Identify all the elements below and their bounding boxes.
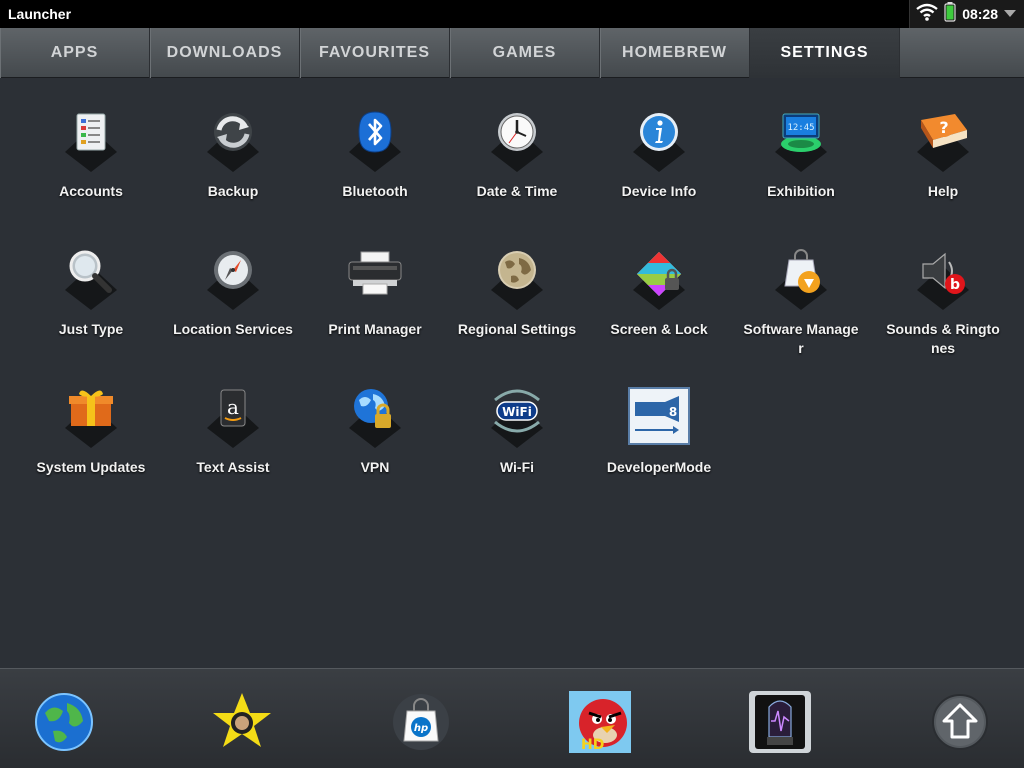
app-software-manager[interactable]: Software Manager xyxy=(730,248,872,386)
svg-text:?: ? xyxy=(939,118,948,137)
tab-favourites[interactable]: FAVOURITES xyxy=(300,28,450,78)
magnifier-icon xyxy=(59,248,123,312)
app-regional-settings[interactable]: Regional Settings xyxy=(446,248,588,386)
accounts-icon xyxy=(59,110,123,174)
app-label: Location Services xyxy=(173,321,293,337)
info-icon xyxy=(627,110,691,174)
tab-games[interactable]: GAMES xyxy=(450,28,600,78)
quick-launch-dock: hp HD xyxy=(0,668,1024,768)
svg-text:a: a xyxy=(227,395,239,419)
svg-text:b: b xyxy=(950,277,960,293)
wifi-icon xyxy=(916,3,938,26)
app-label: System Updates xyxy=(36,459,146,475)
app-sounds-ringtones[interactable]: b Sounds & Ringtones xyxy=(872,248,1014,386)
bluetooth-icon xyxy=(343,110,407,174)
app-label: Just Type xyxy=(58,321,124,337)
star-app-icon[interactable] xyxy=(209,689,275,755)
status-bar: Launcher 08:28 xyxy=(0,0,1024,28)
svg-text:8: 8 xyxy=(669,405,677,419)
app-device-info[interactable]: Device Info xyxy=(588,110,730,248)
launcher-up-arrow-icon[interactable] xyxy=(927,689,993,755)
clock: 08:28 xyxy=(962,6,998,22)
app-developer-mode[interactable]: 8 DeveloperMode xyxy=(588,386,730,524)
app-help[interactable]: ? Help xyxy=(872,110,1014,248)
angry-birds-hd-icon[interactable]: HD xyxy=(567,689,633,755)
vacuum-tube-icon[interactable] xyxy=(747,689,813,755)
shopping-bag-icon xyxy=(769,248,833,312)
app-label: Sounds & Ringtones xyxy=(886,321,1000,356)
app-screen-lock[interactable]: Screen & Lock xyxy=(588,248,730,386)
app-bluetooth[interactable]: Bluetooth xyxy=(304,110,446,248)
clock-icon xyxy=(485,110,549,174)
battery-icon xyxy=(944,1,956,27)
triangle-down-icon[interactable] xyxy=(1004,5,1016,23)
app-label: Help xyxy=(927,183,959,199)
app-label: Exhibition xyxy=(767,183,835,199)
category-tab-bar: APPS DOWNLOADS FAVOURITES GAMES HOMEBREW… xyxy=(0,28,1024,78)
app-accounts[interactable]: Accounts xyxy=(20,110,162,248)
tab-downloads[interactable]: DOWNLOADS xyxy=(150,28,300,78)
tab-settings[interactable]: SETTINGS xyxy=(750,28,900,78)
printer-icon xyxy=(343,248,407,312)
wifi-badge-icon: WiFi xyxy=(485,386,549,450)
app-title: Launcher xyxy=(8,6,72,22)
app-label: Wi-Fi xyxy=(499,459,535,475)
hp-app-catalog-icon[interactable]: hp xyxy=(388,689,454,755)
app-exhibition[interactable]: 12:45 Exhibition xyxy=(730,110,872,248)
developer-mode-icon: 8 xyxy=(627,386,691,450)
app-label: Backup xyxy=(207,183,259,199)
browser-globe-icon[interactable] xyxy=(31,689,97,755)
tab-apps[interactable]: APPS xyxy=(0,28,150,78)
backup-icon xyxy=(201,110,265,174)
app-grid: Accounts Backup Bluetooth Date & Time De… xyxy=(20,110,1014,524)
app-wifi[interactable]: WiFi Wi-Fi xyxy=(446,386,588,524)
globe-icon xyxy=(485,248,549,312)
svg-text:12:45: 12:45 xyxy=(787,123,814,133)
screen-lock-icon xyxy=(627,248,691,312)
app-system-updates[interactable]: System Updates xyxy=(20,386,162,524)
amazon-icon: a xyxy=(201,386,265,450)
app-label: Regional Settings xyxy=(457,321,577,337)
app-label: Device Info xyxy=(621,183,697,199)
tab-homebrew[interactable]: HOMEBREW xyxy=(600,28,750,78)
globe-lock-icon xyxy=(343,386,407,450)
exhibition-icon: 12:45 xyxy=(769,110,833,174)
app-print-manager[interactable]: Print Manager xyxy=(304,248,446,386)
app-label: Bluetooth xyxy=(342,183,408,199)
svg-text:hp: hp xyxy=(414,723,428,734)
app-date-time[interactable]: Date & Time xyxy=(446,110,588,248)
gift-icon xyxy=(59,386,123,450)
app-location-services[interactable]: Location Services xyxy=(162,248,304,386)
app-just-type[interactable]: Just Type xyxy=(20,248,162,386)
app-label: VPN xyxy=(360,459,390,475)
app-text-assist[interactable]: a Text Assist xyxy=(162,386,304,524)
app-label: Screen & Lock xyxy=(610,321,708,337)
app-label: Accounts xyxy=(59,183,123,199)
svg-text:WiFi: WiFi xyxy=(502,405,532,419)
app-label: Text Assist xyxy=(196,459,270,475)
svg-text:HD: HD xyxy=(581,737,604,753)
app-label: Software Manager xyxy=(743,321,859,356)
app-label: Print Manager xyxy=(328,321,422,337)
app-backup[interactable]: Backup xyxy=(162,110,304,248)
compass-icon xyxy=(201,248,265,312)
app-label: DeveloperMode xyxy=(606,459,712,475)
app-label: Date & Time xyxy=(476,183,558,199)
app-vpn[interactable]: VPN xyxy=(304,386,446,524)
tab-bar-filler xyxy=(900,28,1024,78)
status-indicators[interactable]: 08:28 xyxy=(909,0,1024,28)
speaker-icon: b xyxy=(911,248,975,312)
help-book-icon: ? xyxy=(911,110,975,174)
